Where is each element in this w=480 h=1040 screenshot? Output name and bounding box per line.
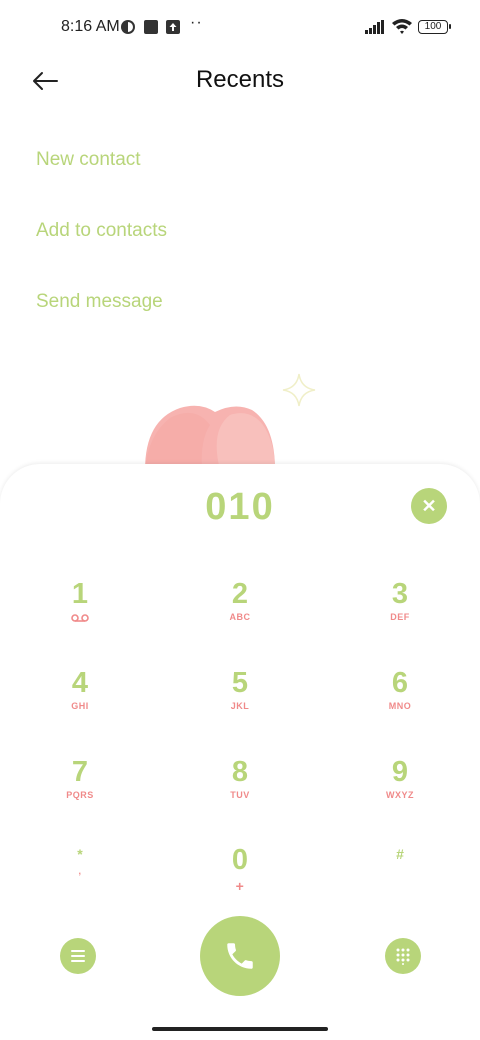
close-icon: ✕ [421, 495, 437, 516]
signal-icon [365, 20, 384, 34]
clear-number-button[interactable]: ✕ [411, 488, 447, 524]
voicemail-icon [71, 614, 89, 622]
status-more-dots: ·· [190, 14, 203, 31]
home-indicator[interactable] [152, 1027, 328, 1031]
send-message-button[interactable]: Send message [36, 291, 163, 313]
menu-button[interactable] [60, 938, 96, 974]
dialed-number: 010 [205, 486, 275, 528]
keypad-toggle-button[interactable] [385, 938, 421, 974]
theme-icon [121, 20, 135, 34]
dial-key-hash[interactable]: # [340, 844, 460, 914]
battery-icon: 100 [418, 20, 451, 34]
sparkle-decoration [282, 373, 316, 407]
status-time: 8:16 AM [61, 18, 120, 35]
dial-key-1[interactable]: 1 [20, 578, 140, 648]
tulip-decoration [145, 405, 275, 470]
square-icon [144, 20, 158, 34]
menu-icon [71, 950, 85, 962]
dial-key-6[interactable]: 6 MNO [340, 667, 460, 737]
page-title: Recents [195, 66, 285, 93]
upload-icon [166, 20, 180, 34]
add-to-contacts-button[interactable]: Add to contacts [36, 220, 167, 242]
dial-key-8[interactable]: 8 TUV [180, 756, 300, 826]
status-bar: 8:16 AM ·· 100 [0, 0, 480, 56]
wifi-icon [392, 19, 412, 34]
dial-key-star[interactable]: * , [20, 844, 140, 914]
dial-key-0[interactable]: 0 + [180, 844, 300, 914]
phone-icon [227, 943, 253, 969]
dial-key-5[interactable]: 5 JKL [180, 667, 300, 737]
dial-key-4[interactable]: 4 GHI [20, 667, 140, 737]
new-contact-button[interactable]: New contact [36, 149, 141, 171]
dial-key-9[interactable]: 9 WXYZ [340, 756, 460, 826]
dial-key-3[interactable]: 3 DEF [340, 578, 460, 648]
dial-key-7[interactable]: 7 PQRS [20, 756, 140, 826]
call-button[interactable] [200, 916, 280, 996]
keypad-icon [396, 948, 410, 965]
dial-key-2[interactable]: 2 ABC [180, 578, 300, 648]
